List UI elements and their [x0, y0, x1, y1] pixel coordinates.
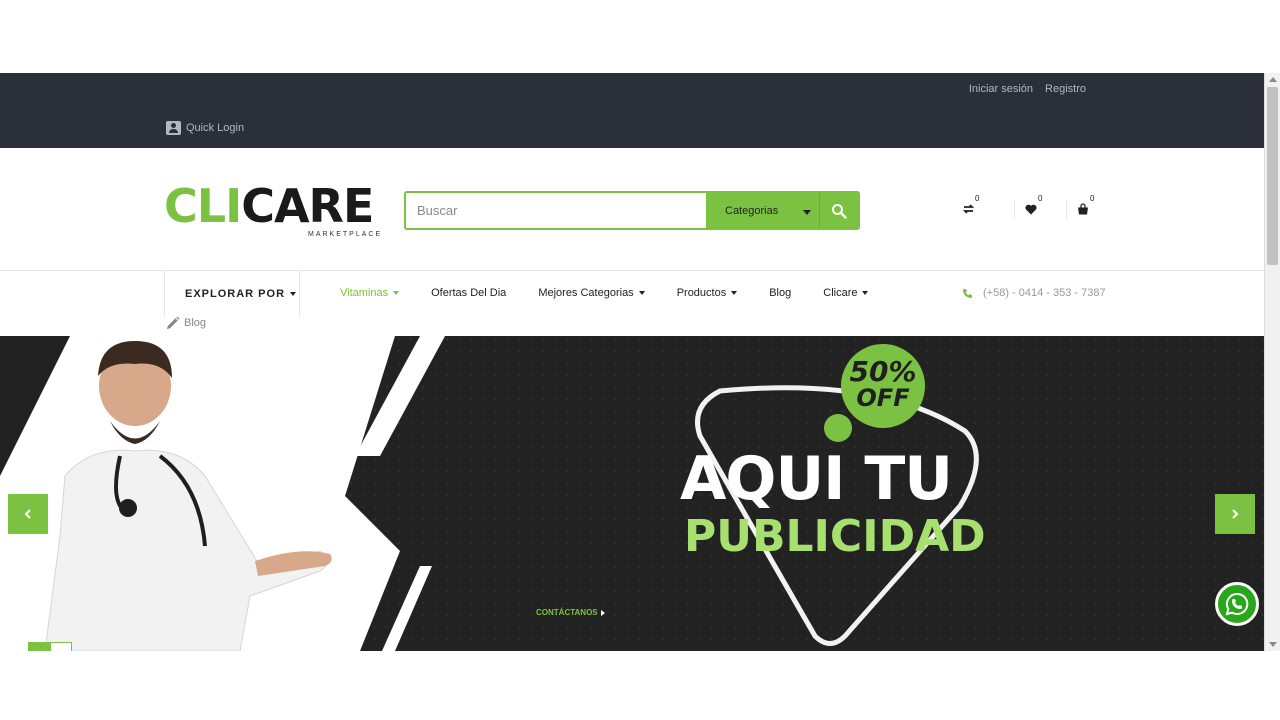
- contact-cta[interactable]: CONTÁCTANOS: [536, 608, 605, 617]
- quick-login-label: Quick Login: [186, 122, 245, 134]
- logo-text-c: C: [241, 179, 275, 233]
- nav-item-clicare[interactable]: Clicare: [823, 287, 869, 299]
- quick-login[interactable]: Quick Login: [166, 121, 244, 135]
- blog-link[interactable]: Blog: [166, 316, 206, 330]
- compare-button[interactable]: 0: [962, 194, 990, 218]
- search-icon: [832, 203, 847, 219]
- whatsapp-button[interactable]: [1215, 582, 1259, 626]
- category-select[interactable]: Categorias: [706, 193, 819, 228]
- category-select-label: Categorias: [725, 204, 779, 217]
- logo-text-are: ARE: [273, 179, 374, 233]
- chevron-down-icon: [638, 291, 645, 295]
- nav-item-label: Clicare: [823, 287, 858, 299]
- heart-icon: [1025, 204, 1037, 214]
- nav-item-label: Productos: [676, 287, 727, 299]
- main-navigation: EXPLORAR POR Vitaminas Ofertas Del Dia M…: [0, 271, 1264, 335]
- login-link[interactable]: Iniciar sesión: [969, 83, 1033, 95]
- nav-item-blog[interactable]: Blog: [769, 287, 791, 299]
- hero-subheadline: PUBLICIDAD: [684, 511, 986, 562]
- contact-card-icon: [166, 121, 181, 135]
- chevron-down-icon: [862, 291, 869, 295]
- nav-menu: Vitaminas Ofertas Del Dia Mejores Catego…: [340, 287, 869, 299]
- page-scrollbar[interactable]: [1264, 73, 1280, 651]
- wishlist-count: 0: [1038, 194, 1043, 203]
- nav-item-mejores-categorias[interactable]: Mejores Categorias: [538, 287, 645, 299]
- chevron-left-icon: [24, 509, 31, 519]
- whatsapp-icon: [1225, 592, 1249, 616]
- browser-viewport: Iniciar sesión Registro Quick Login CLIC…: [0, 73, 1264, 651]
- contact-cta-label: CONTÁCTANOS: [536, 608, 598, 617]
- pagination-dot-active[interactable]: [28, 642, 50, 651]
- nav-item-productos[interactable]: Productos: [677, 287, 738, 299]
- chevron-right-icon: [1232, 509, 1239, 519]
- nav-item-label: Ofertas Del Dia: [431, 287, 507, 299]
- search-input[interactable]: [406, 193, 706, 228]
- chevron-down-icon: [290, 292, 297, 296]
- pencil-icon: [167, 316, 180, 329]
- compare-icon: [962, 204, 975, 214]
- phone-icon: [963, 288, 972, 298]
- site-logo[interactable]: CLICARE MARKETPLACE: [164, 179, 384, 241]
- nav-item-vitaminas[interactable]: Vitaminas: [340, 287, 400, 299]
- register-link[interactable]: Registro: [1045, 83, 1086, 95]
- chevron-down-icon: [731, 291, 738, 295]
- wishlist-button[interactable]: 0: [1014, 194, 1042, 218]
- hero-artwork: [0, 336, 1264, 651]
- cart-button[interactable]: 0: [1066, 194, 1094, 218]
- nav-item-ofertas[interactable]: Ofertas Del Dia: [431, 287, 506, 299]
- slider-next-button[interactable]: [1215, 494, 1255, 534]
- slider-prev-button[interactable]: [8, 494, 48, 534]
- nav-item-label: Blog: [769, 287, 792, 299]
- chevron-down-icon: [393, 291, 400, 295]
- top-bar: Iniciar sesión Registro Quick Login: [0, 73, 1264, 148]
- phone-contact[interactable]: (+58) - 0414 - 353 - 7387: [962, 287, 1106, 299]
- scroll-down-icon[interactable]: [1269, 642, 1277, 647]
- slider-pagination[interactable]: [28, 642, 72, 651]
- discount-off: OFF: [856, 384, 910, 412]
- scrollbar-thumb[interactable]: [1267, 87, 1278, 265]
- cart-count: 0: [1090, 194, 1095, 203]
- site-header: CLICARE MARKETPLACE Categorias: [0, 148, 1264, 271]
- logo-subtitle: MARKETPLACE: [308, 231, 383, 238]
- nav-item-label: Mejores Categorias: [538, 287, 634, 299]
- phone-number: (+58) - 0414 - 353 - 7387: [983, 287, 1106, 299]
- nav-item-label: Vitaminas: [340, 287, 389, 299]
- compare-count: 0: [975, 194, 980, 203]
- chevron-down-icon: [803, 210, 811, 215]
- pagination-dot[interactable]: [50, 642, 72, 651]
- chevron-right-icon: [600, 609, 605, 616]
- search-button[interactable]: [819, 193, 858, 228]
- shopping-bag-icon: [1078, 203, 1088, 215]
- discount-percent: 50%: [849, 355, 917, 388]
- explore-menu-button[interactable]: EXPLORAR POR: [164, 271, 300, 317]
- blog-link-label: Blog: [184, 317, 207, 329]
- logo-text-cli: CLI: [164, 179, 242, 233]
- header-actions: 0 0 0: [962, 194, 1094, 218]
- search-bar: Categorias: [404, 191, 860, 230]
- explore-label: EXPLORAR POR: [185, 288, 286, 300]
- account-links: Iniciar sesión Registro: [969, 83, 1086, 95]
- scroll-up-icon[interactable]: [1269, 77, 1277, 82]
- hero-banner: 50% OFF AQUI TU PUBLICIDAD CONTÁCTANOS: [0, 336, 1264, 651]
- hero-headline: AQUI TU: [680, 444, 953, 514]
- discount-badge: 50% OFF: [840, 358, 926, 412]
